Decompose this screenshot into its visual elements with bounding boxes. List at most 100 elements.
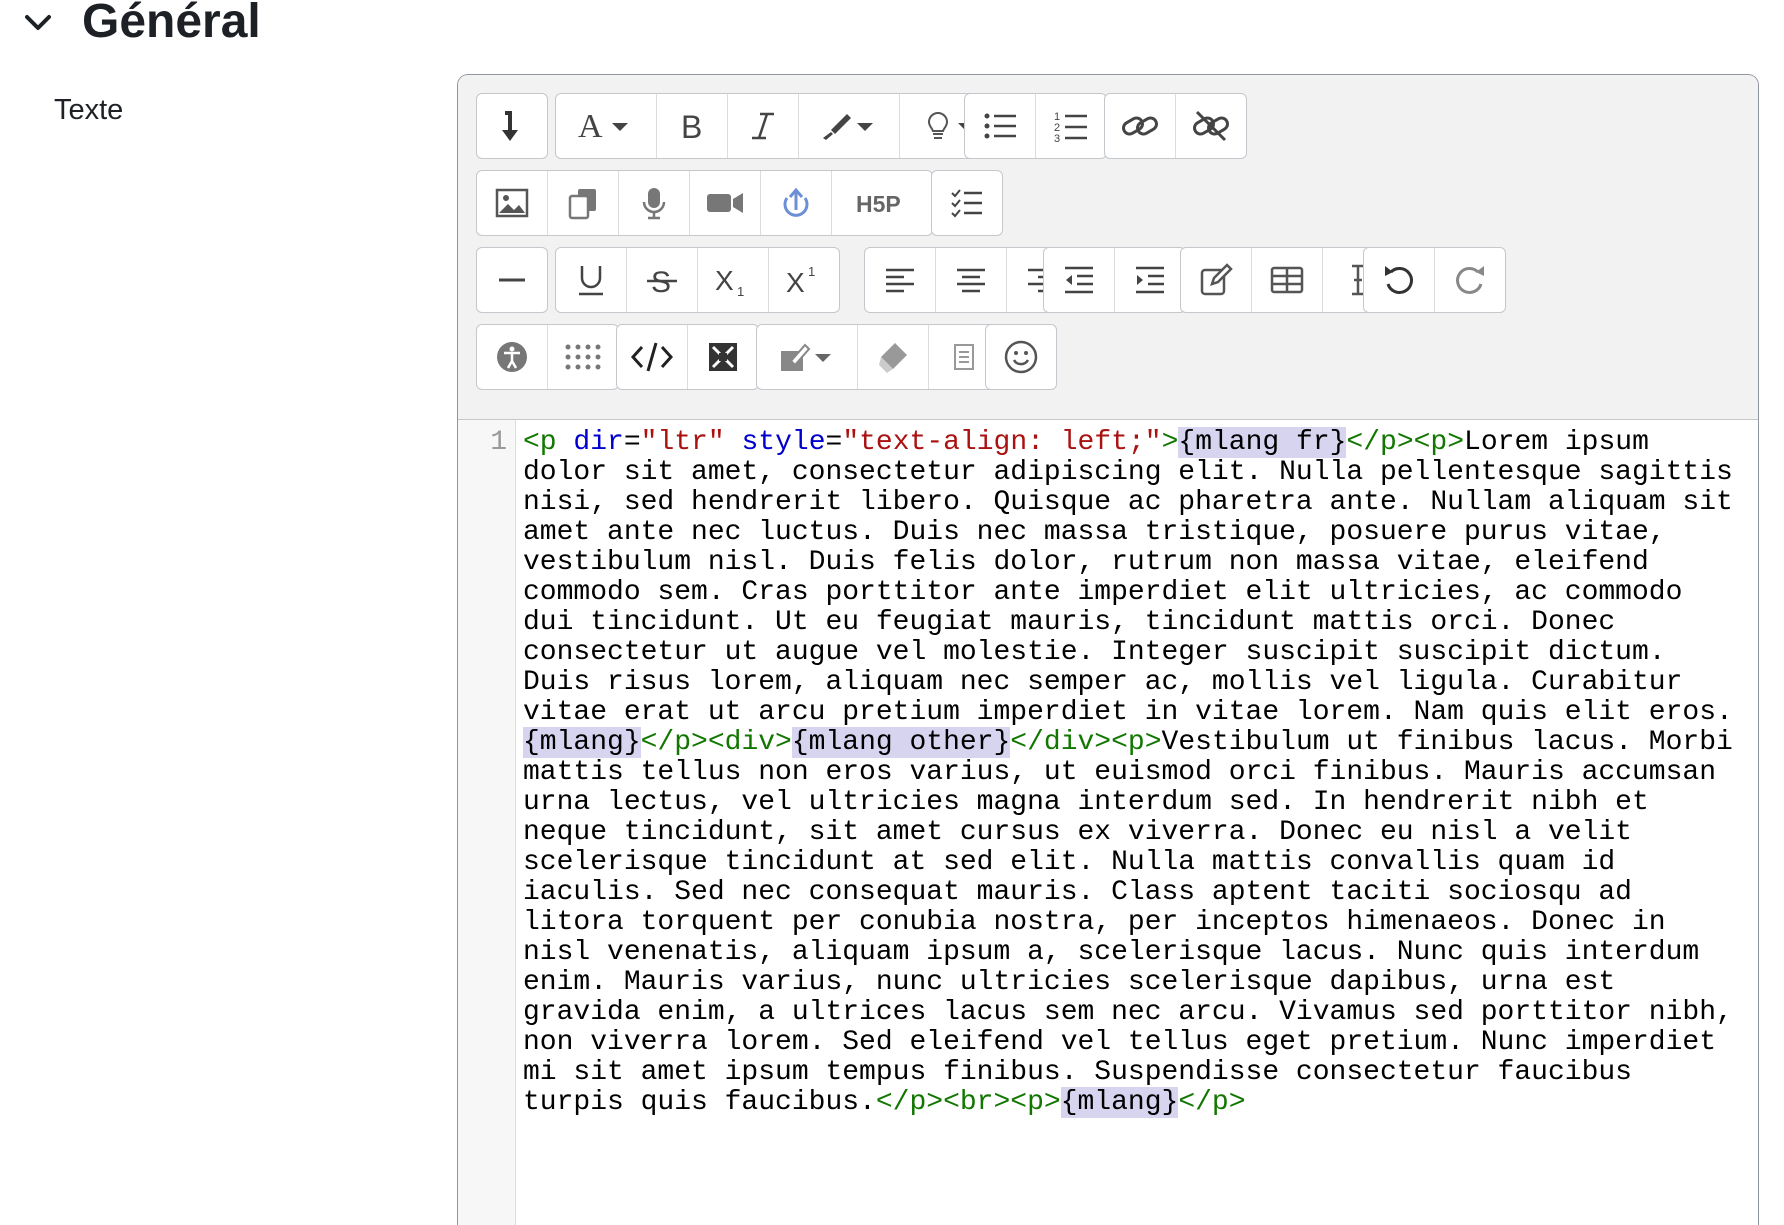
mlang-highlight: {mlang}: [1060, 1087, 1179, 1118]
bold-button[interactable]: B: [657, 94, 728, 158]
table-button[interactable]: [1252, 248, 1323, 312]
indent-button[interactable]: [1115, 248, 1185, 312]
link-button[interactable]: [1105, 94, 1176, 158]
field-label: Texte: [54, 94, 124, 126]
collapse-arrow-icon: [502, 111, 518, 141]
undo-button[interactable]: [1364, 248, 1435, 312]
record-audio-button[interactable]: [619, 171, 690, 235]
smiley-icon: [1004, 340, 1038, 374]
fullscreen-icon: [709, 343, 737, 371]
code-string: "text-align: left;": [842, 427, 1162, 458]
italic-button[interactable]: [728, 94, 799, 158]
record-video-button[interactable]: [690, 171, 761, 235]
bullet-list-icon: [984, 113, 1016, 139]
emoji-button[interactable]: [986, 325, 1056, 389]
indent-icon: [1136, 266, 1164, 294]
brush-icon: [823, 114, 873, 140]
toolbar-group-paste: [756, 324, 1000, 390]
subscript-button[interactable]: X1: [698, 248, 769, 312]
upload-icon: [783, 187, 809, 217]
redo-button[interactable]: [1435, 248, 1505, 312]
toolbar-group-hr: [476, 247, 548, 313]
ordered-list-button[interactable]: 123: [1036, 94, 1106, 158]
code-tag: </p><div>: [640, 727, 792, 758]
svg-text:B: B: [681, 109, 702, 144]
code-text-run: Vestibulum ut finibus lacus. Morbi matti…: [523, 727, 1750, 1118]
code-icon: [630, 342, 674, 372]
text-editor: A B 123 H5P S X 1 X 1 1 <p dir="ltr" sty…: [457, 74, 1759, 1225]
unordered-list-button[interactable]: [965, 94, 1036, 158]
upload-button[interactable]: [761, 171, 832, 235]
video-camera-icon: [707, 193, 743, 213]
html-source-button[interactable]: [617, 325, 688, 389]
image-button[interactable]: [477, 171, 548, 235]
mlang-highlight: {mlang}: [523, 727, 641, 758]
checklist-button[interactable]: [932, 171, 1002, 235]
superscript-button[interactable]: X1: [769, 248, 839, 312]
chevron-down-icon[interactable]: [20, 4, 56, 40]
code-tag: </p><br><p>: [875, 1087, 1061, 1118]
html-source-editor[interactable]: 1 <p dir="ltr" style="text-align: left;"…: [458, 420, 1758, 1225]
font-style-button[interactable]: A: [556, 94, 657, 158]
redo-icon: [1456, 266, 1484, 294]
unlink-icon: [1193, 110, 1229, 142]
outdent-icon: [1065, 266, 1093, 294]
paste-special-button[interactable]: [757, 325, 858, 389]
toolbar-group-accessibility: [476, 324, 619, 390]
toolbar-group-media: H5P: [476, 170, 933, 236]
document-icon: [954, 344, 974, 370]
numbered-list-icon: 123: [1054, 111, 1087, 144]
toolbar-group-links: [1104, 93, 1247, 159]
code-content[interactable]: <p dir="ltr" style="text-align: left;">{…: [523, 427, 1743, 1118]
unlink-button[interactable]: [1176, 94, 1246, 158]
code-attribute: style: [741, 427, 826, 458]
toolbar-group-indent: [1043, 247, 1186, 313]
eraser-icon: [879, 343, 907, 373]
toolbar-group-history: [1363, 247, 1506, 313]
toolbar-group-lists: 123: [964, 93, 1107, 159]
accessibility-checker-button[interactable]: [477, 325, 548, 389]
align-left-button[interactable]: [865, 248, 936, 312]
align-center-button[interactable]: [936, 248, 1007, 312]
toolbar-group-view: [616, 324, 759, 390]
align-left-icon: [886, 268, 914, 293]
code-tag: <p: [523, 427, 574, 458]
outdent-button[interactable]: [1044, 248, 1115, 312]
code-tag: >: [1161, 427, 1179, 458]
toolbar-group-collapse: [476, 93, 548, 159]
fullscreen-button[interactable]: [688, 325, 758, 389]
toolbar-group-checklist: [931, 170, 1003, 236]
paste-edit-icon: [781, 343, 831, 371]
italic-icon: [752, 112, 774, 140]
mlang-highlight: {mlang fr}: [1178, 427, 1347, 458]
toolbar-group-format: S X1 X1: [555, 247, 840, 313]
image-icon: [495, 188, 529, 218]
horizontal-rule-button[interactable]: [477, 248, 547, 312]
media-manage-button[interactable]: [548, 171, 619, 235]
svg-text:X: X: [786, 267, 805, 298]
strikethrough-icon: S: [647, 266, 677, 298]
underline-button[interactable]: [556, 248, 627, 312]
clear-formatting-button[interactable]: [858, 325, 929, 389]
microphone-icon: [642, 188, 666, 220]
toolbar-group-insert: [1180, 247, 1394, 313]
code-tag: </div><p>: [1010, 727, 1162, 758]
horizontal-rule-icon: [499, 278, 525, 282]
collapse-button[interactable]: [477, 94, 547, 158]
toolbar-group-emoji: [985, 324, 1057, 390]
text-color-button[interactable]: [799, 94, 900, 158]
line-gutter: 1: [458, 420, 516, 1225]
toolbar-group-style: A B: [555, 93, 1001, 159]
equation-button[interactable]: [1181, 248, 1252, 312]
svg-text:1: 1: [808, 264, 815, 279]
braille-dots-icon: [565, 344, 601, 370]
subscript-icon: X1: [715, 265, 744, 298]
screen-reader-helper-button[interactable]: [548, 325, 618, 389]
strikethrough-button[interactable]: S: [627, 248, 698, 312]
accessibility-icon: [497, 342, 527, 372]
h5p-button[interactable]: H5P: [832, 171, 932, 235]
undo-icon: [1385, 266, 1413, 294]
code-operator: =: [623, 427, 641, 458]
font-style-icon: A: [578, 108, 628, 144]
